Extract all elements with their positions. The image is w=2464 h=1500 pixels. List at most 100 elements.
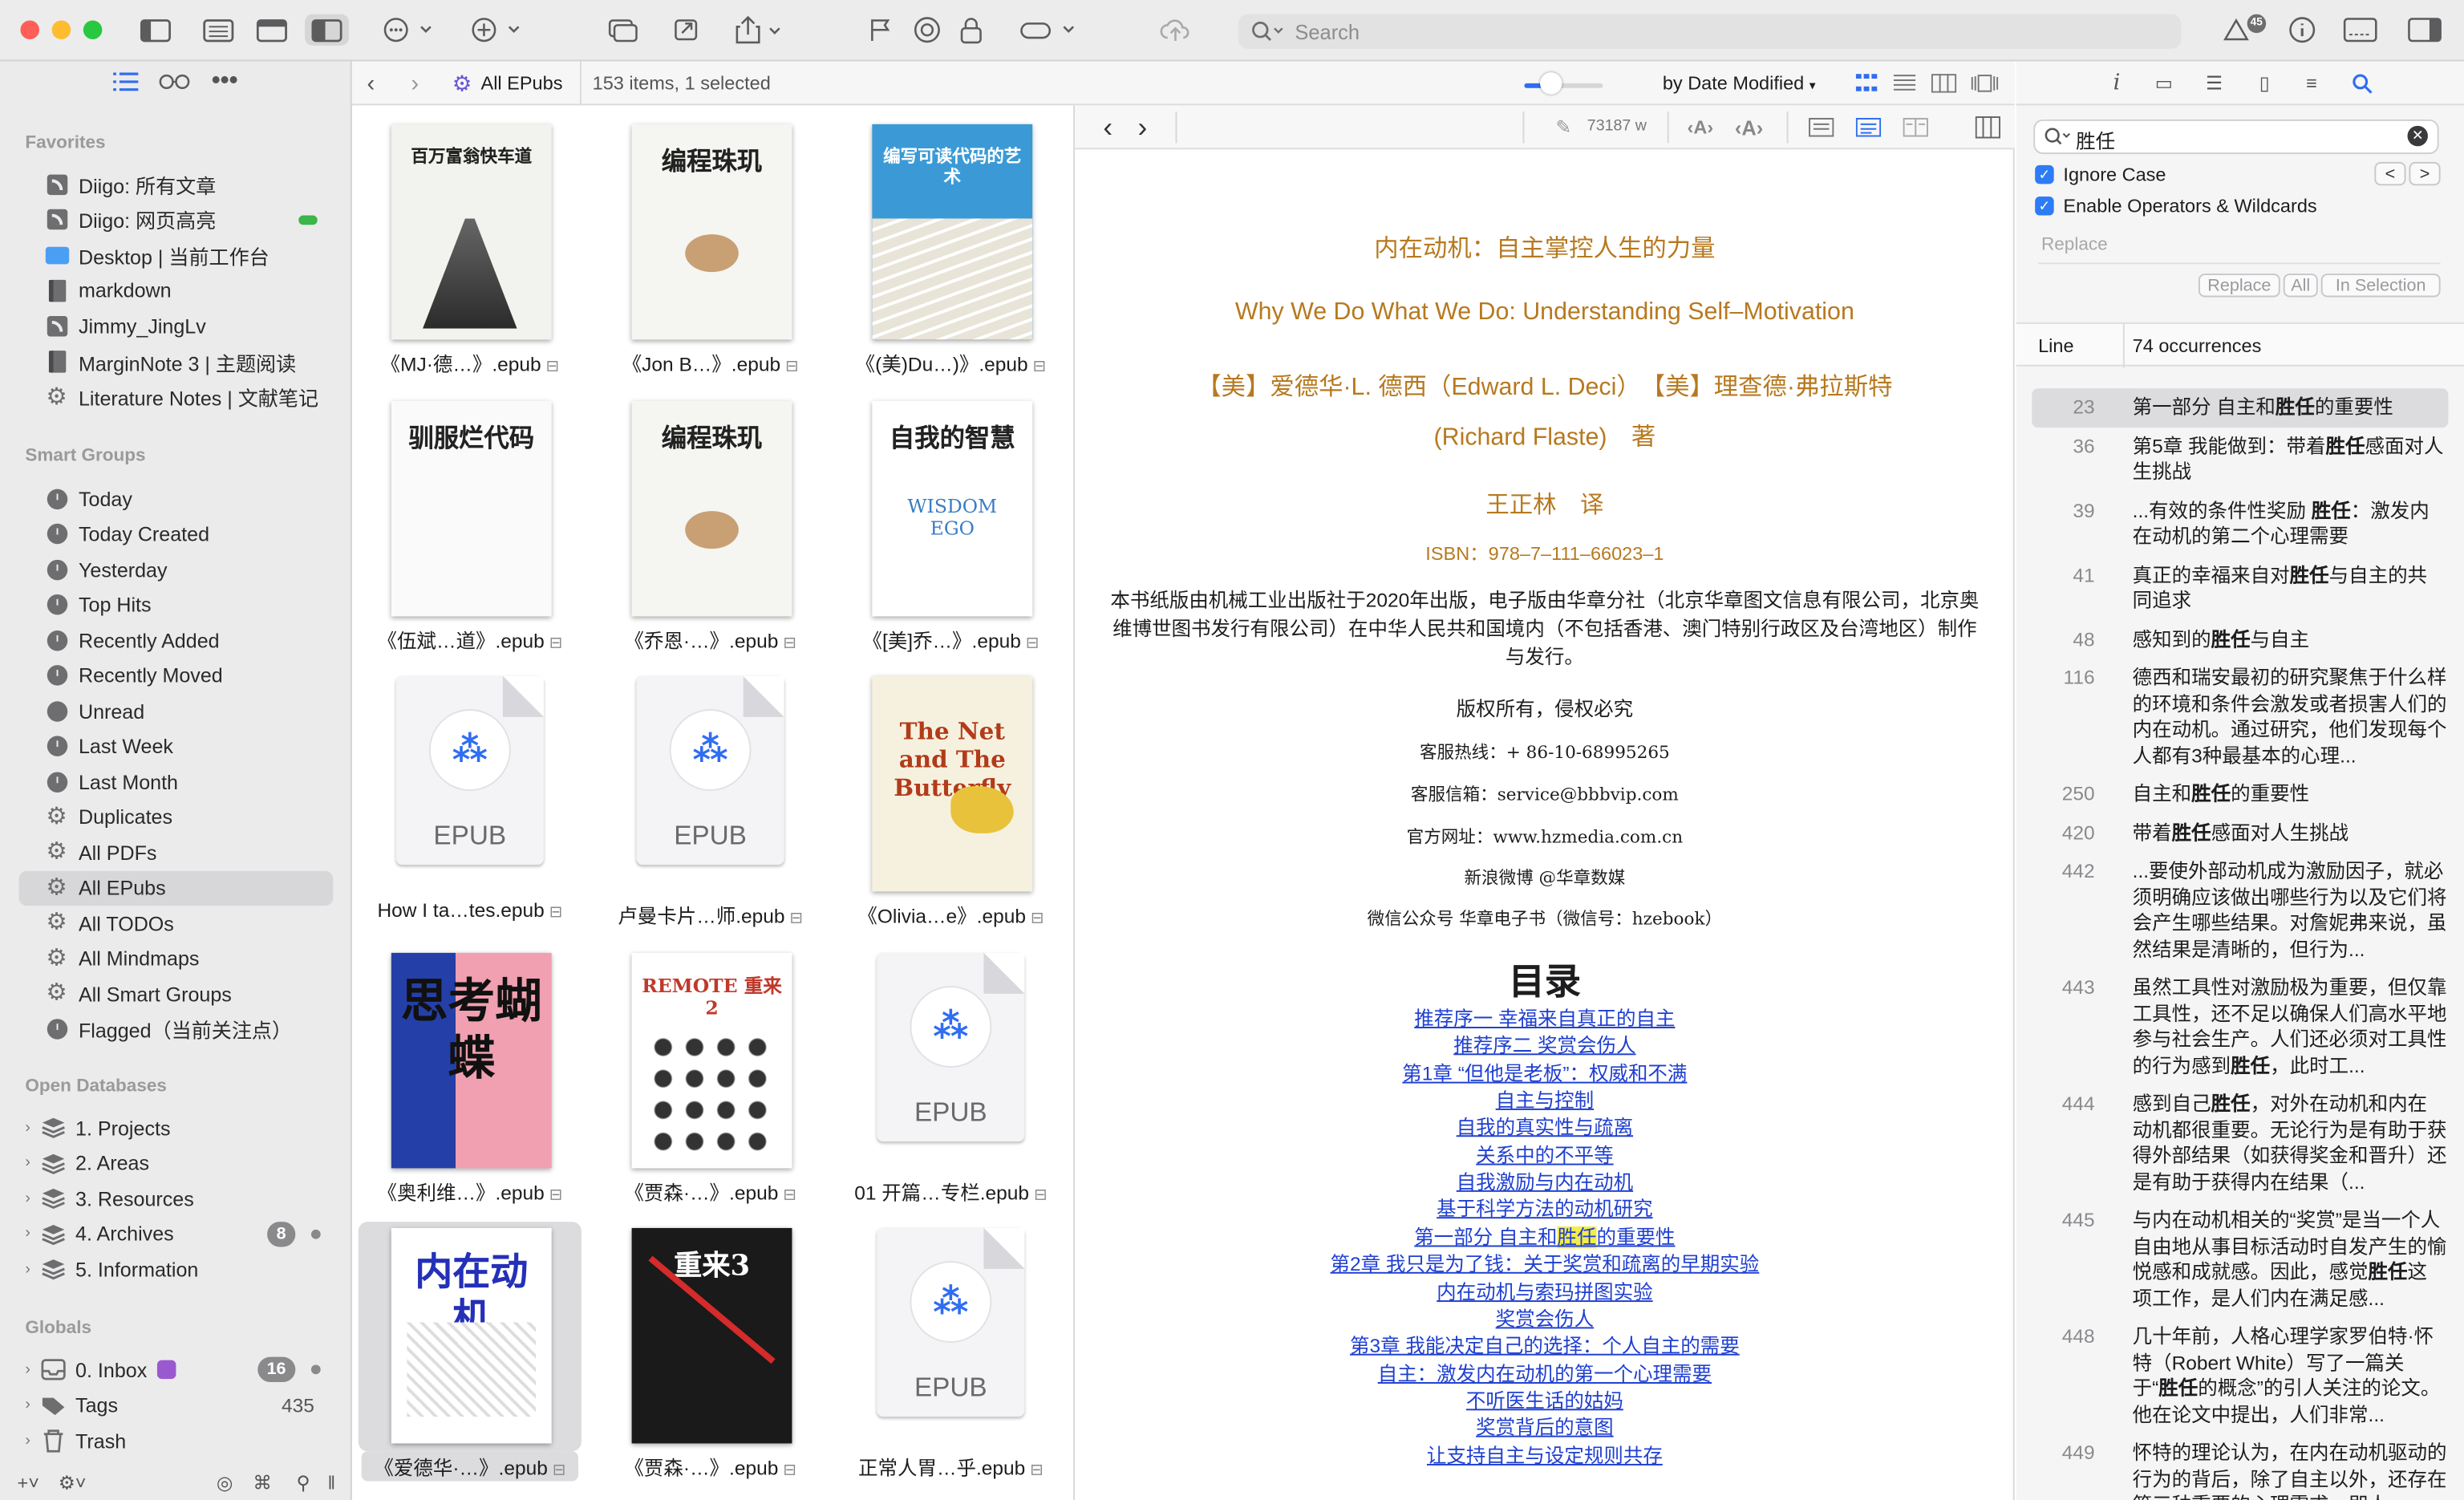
database-item[interactable]: › 1. Projects xyxy=(19,1110,334,1145)
sidebar-favorite-item[interactable]: Diigo: 所有文章 xyxy=(19,167,334,201)
toc-link[interactable]: 第3章 我能决定自己的选择：个人自主的需要 xyxy=(1075,1329,2015,1359)
replace-in-selection-button[interactable]: In Selection xyxy=(2320,274,2441,298)
sidebar-favorite-item[interactable]: Desktop | 当前工作台 xyxy=(19,237,334,272)
forward-icon[interactable]: › xyxy=(403,69,428,97)
line-column-header[interactable]: Line xyxy=(2038,335,2073,357)
toolbar-search-input[interactable]: Search xyxy=(1238,14,2182,49)
smart-group-item[interactable]: ⚙ All Smart Groups xyxy=(19,976,334,1011)
sidebar-reading-tab-icon[interactable] xyxy=(157,67,192,95)
database-item[interactable]: › 4. Archives 8 xyxy=(19,1216,334,1251)
disclosure-chevron-icon[interactable]: › xyxy=(25,1397,41,1414)
global-item[interactable]: › Trash xyxy=(19,1423,334,1457)
view-widescreen-icon[interactable] xyxy=(305,14,349,46)
thumbnail-size-slider-knob[interactable] xyxy=(1540,72,1562,95)
smart-group-item[interactable]: ⚙ All PDFs xyxy=(19,835,334,870)
layout-plain-icon[interactable] xyxy=(1807,115,1835,140)
global-item[interactable]: › 0. Inbox 16 xyxy=(19,1352,334,1387)
toc-tab-icon[interactable]: ☰ xyxy=(2202,69,2227,97)
search-result-row[interactable]: 420 带着胜任感面对人生挑战 xyxy=(2032,813,2448,852)
smart-group-item[interactable]: Unread xyxy=(19,693,334,728)
close-window-button[interactable] xyxy=(20,20,39,40)
smart-group-item[interactable]: ⚙ Duplicates xyxy=(19,800,334,834)
disclosure-chevron-icon[interactable]: › xyxy=(25,1225,41,1243)
view-icons-icon[interactable] xyxy=(1854,69,1879,97)
smart-group-item[interactable]: Today xyxy=(19,481,334,516)
back-icon[interactable]: ‹ xyxy=(359,69,383,97)
epub-item[interactable]: ⁂ EPUB 正常人胃…乎.epub ⊟ xyxy=(833,1212,1068,1489)
toc-link[interactable]: 第一部分 自主和胜任的重要性 xyxy=(1075,1220,2015,1250)
resize-handle-icon[interactable]: ‖ xyxy=(324,1470,340,1495)
search-result-row[interactable]: 443 虽然工具性对激励极为重要，但仅靠工具性，还不足以确保人们高水平地参与社会生… xyxy=(2032,968,2448,1084)
search-result-row[interactable]: 41 真正的幸福来自对胜任与自主的共同追求 xyxy=(2032,556,2448,620)
share-icon[interactable] xyxy=(732,14,786,46)
epub-item[interactable]: 编程珠玑 《乔恩·…》.epub ⊟ xyxy=(593,385,829,662)
search-result-row[interactable]: 444 感到自己胜任，对外在动机和内在动机都很重要。无论行为是有助于获得外部结果（… xyxy=(2032,1085,2448,1202)
toc-link[interactable]: 推荐序二 奖赏会伤人 xyxy=(1075,1029,2015,1059)
preview-pane-icon[interactable] xyxy=(2341,14,2379,46)
view-list-icon[interactable] xyxy=(201,14,236,46)
database-item[interactable]: › 5. Information xyxy=(19,1251,334,1286)
toc-link[interactable]: 内在动机与索玛拼图实验 xyxy=(1075,1275,2015,1304)
toc-link[interactable]: 第1章 “但他是老板”：权威和不满 xyxy=(1075,1056,2015,1086)
reader-sidebar-icon[interactable] xyxy=(1974,115,2002,140)
search-result-row[interactable]: 250 自主和胜任的重要性 xyxy=(2032,775,2448,813)
smart-group-item[interactable]: Flagged（当前关注点） xyxy=(19,1011,334,1046)
sidebar-favorite-item[interactable]: MarginNote 3 | 主题阅读 xyxy=(19,344,334,379)
replace-button[interactable]: Replace xyxy=(2198,274,2280,298)
lock-icon[interactable] xyxy=(955,14,987,46)
toc-link[interactable]: 奖赏会伤人 xyxy=(1075,1302,2015,1332)
new-item-icon[interactable] xyxy=(468,14,525,46)
search-result-row[interactable]: 36 第5章 我能做到：带着胜任感面对人生挑战 xyxy=(2032,427,2448,491)
toc-link[interactable]: 推荐序一 幸福来自真正的自主 xyxy=(1075,1002,2015,1032)
replace-input[interactable]: Replace xyxy=(2038,233,2441,265)
search-tab-icon[interactable] xyxy=(2349,69,2374,97)
toc-link[interactable]: 自主与控制 xyxy=(1075,1084,2015,1113)
see-also-tab-icon[interactable]: ≡ xyxy=(2299,69,2324,97)
next-document-icon[interactable]: › xyxy=(1132,111,1153,142)
sync-cloud-icon[interactable] xyxy=(1157,14,1194,46)
view-split-icon[interactable] xyxy=(254,14,289,46)
replace-all-button[interactable]: All xyxy=(2283,274,2318,298)
current-group-label[interactable]: All EPubs xyxy=(481,72,563,94)
view-list-mode-icon[interactable] xyxy=(1892,69,1917,97)
epub-item[interactable]: 重来3 《贾森·…》.epub ⊟ xyxy=(593,1212,829,1489)
disclosure-chevron-icon[interactable]: › xyxy=(25,1361,41,1379)
toc-link[interactable]: 自我激励与内在动机 xyxy=(1075,1166,2015,1195)
epub-item[interactable]: ⁂ EPUB 01 开篇…专栏.epub ⊟ xyxy=(833,937,1068,1214)
smart-group-item[interactable]: Yesterday xyxy=(19,552,334,586)
epub-item[interactable]: 编程珠玑 《Jon B…》.epub ⊟ xyxy=(593,108,829,385)
epub-item[interactable]: 百万富翁快车道 《MJ·德…》.epub ⊟ xyxy=(352,108,588,385)
sidebar-more-icon[interactable]: ••• xyxy=(208,67,242,95)
clear-search-icon[interactable]: ✕ xyxy=(2407,125,2428,147)
disclosure-chevron-icon[interactable]: › xyxy=(25,1190,41,1207)
global-item[interactable]: › Tags 435 xyxy=(19,1388,334,1422)
toc-link[interactable]: 自我的真实性与疏离 xyxy=(1075,1111,2015,1141)
toc-link[interactable]: 关系中的不平等 xyxy=(1075,1138,2015,1168)
epub-item[interactable]: ⁂ EPUB 卢曼卡片…师.epub ⊟ xyxy=(593,660,829,937)
operators-checkbox[interactable]: ✓ xyxy=(2035,197,2054,216)
smart-group-item[interactable]: Top Hits xyxy=(19,587,334,622)
action-gear-icon[interactable]: ⚙˅ xyxy=(54,1470,91,1495)
sidebar-favorite-item[interactable]: markdown xyxy=(19,274,334,308)
location-icon[interactable]: ⚲ xyxy=(292,1470,314,1495)
toc-link[interactable]: 第2章 我只是为了钱：关于奖赏和疏离的早期实验 xyxy=(1075,1247,2015,1277)
activity-icon[interactable]: 45 xyxy=(2222,14,2269,46)
smart-group-item[interactable]: Today Created xyxy=(19,517,334,551)
toc-link[interactable]: 不听医生话的姑妈 xyxy=(1075,1384,2015,1413)
ignore-case-checkbox[interactable]: ✓ xyxy=(2035,164,2054,184)
previous-document-icon[interactable]: ‹ xyxy=(1097,111,1119,142)
sidebar-favorite-item[interactable]: Diigo: 网页高亮 xyxy=(19,202,334,237)
minimize-window-button[interactable] xyxy=(51,20,71,40)
zoom-window-button[interactable] xyxy=(83,20,103,40)
duplicate-icon[interactable] xyxy=(605,14,642,46)
layout-article-icon[interactable] xyxy=(1854,115,1882,140)
sort-menu[interactable]: by Date Modified ▾ xyxy=(1663,72,1816,94)
search-result-row[interactable]: 39 ...有效的条件性奖励 胜任：激发内在动机的第二个心理需要 xyxy=(2032,492,2448,556)
highlighter-icon[interactable]: ✎ xyxy=(1553,115,1574,140)
info-tab-icon[interactable]: i xyxy=(2104,69,2129,97)
epub-item[interactable]: 编写可读代码的艺术 《(美)Du…)》.epub ⊟ xyxy=(833,108,1068,385)
smart-group-item[interactable]: ⚙ All Mindmaps xyxy=(19,941,334,975)
search-result-row[interactable]: 442 ...要使外部动机成为激励因子，就必须明确应该做出哪些行为以及它们将会产生… xyxy=(2032,852,2448,968)
flag-icon[interactable] xyxy=(865,14,896,46)
decrease-font-icon[interactable]: ‹A› xyxy=(1684,113,1716,141)
